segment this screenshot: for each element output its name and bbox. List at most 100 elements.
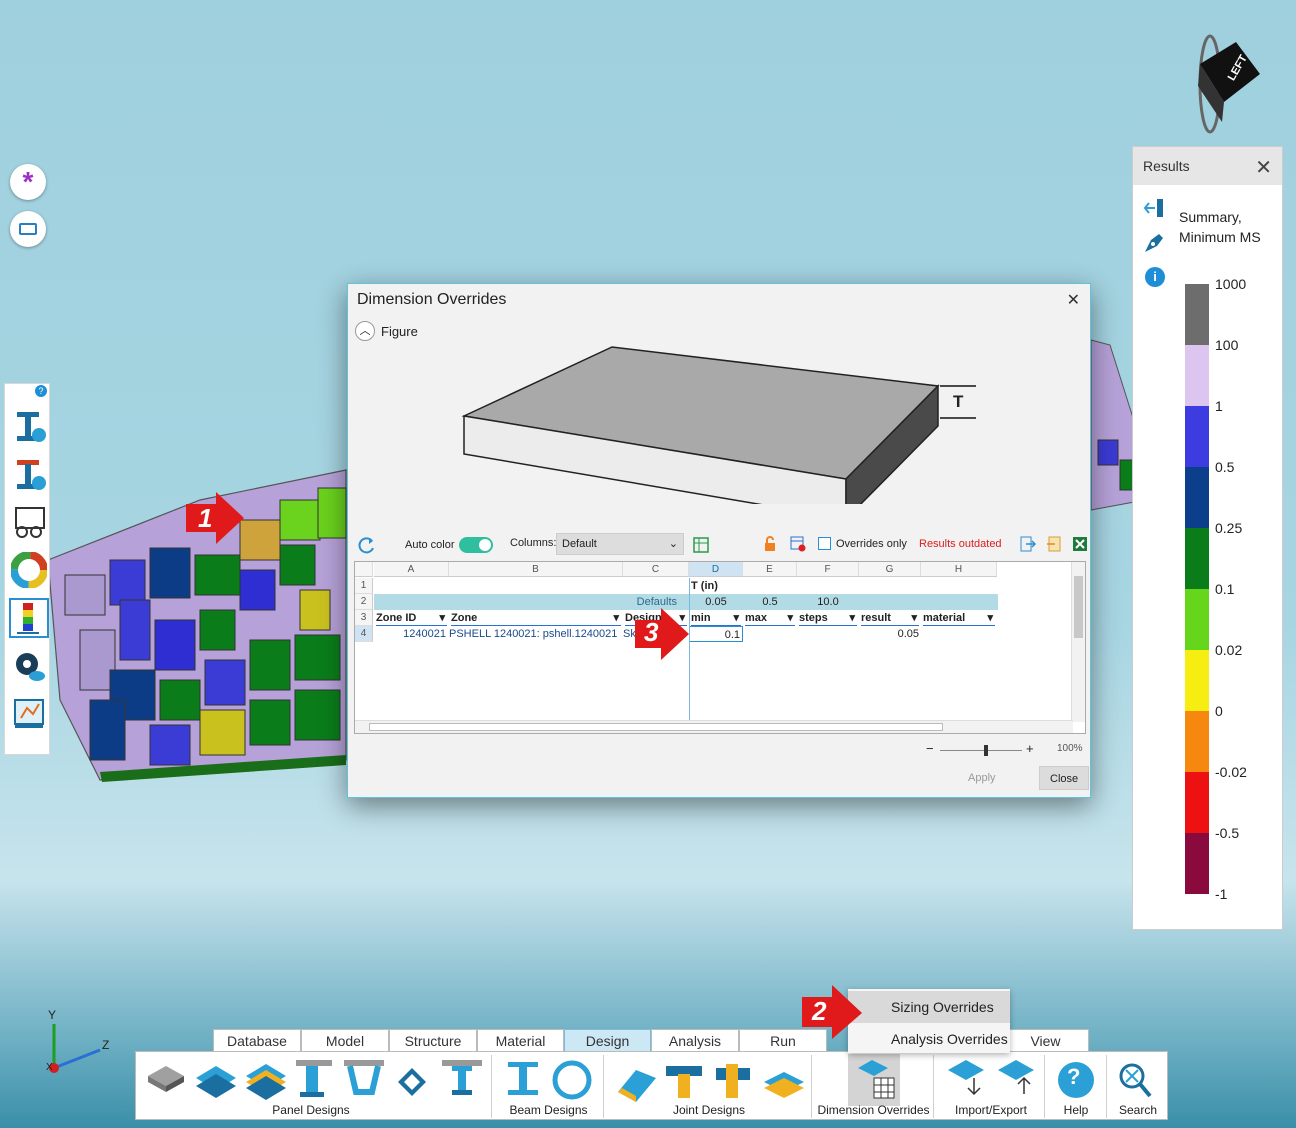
column-chooser-icon[interactable] <box>693 537 709 556</box>
close-button[interactable]: Close <box>1039 766 1090 790</box>
ribbon-tab-material[interactable]: Material <box>477 1029 564 1051</box>
sandwich-panel-icon <box>246 1064 286 1100</box>
cell-zone-id[interactable]: 1240021 <box>374 626 446 642</box>
legend-swatch <box>1185 467 1209 528</box>
callout-3-label: 3 <box>644 617 659 647</box>
column-letter[interactable]: E <box>743 562 797 577</box>
dialog-close-icon[interactable]: ✕ <box>1067 290 1080 310</box>
column-header-label: material <box>923 612 966 624</box>
column-letter[interactable]: H <box>921 562 997 577</box>
lock-icon[interactable] <box>762 536 778 555</box>
group-beam-designs[interactable]: Beam Designs <box>506 1103 591 1117</box>
beam-check-tool[interactable] <box>9 454 49 494</box>
apply-button[interactable]: Apply <box>958 766 1006 790</box>
asterisk-icon: * <box>22 166 34 197</box>
pen-icon[interactable] <box>1141 230 1167 259</box>
i-beam-icon <box>508 1062 538 1095</box>
excel-icon[interactable] <box>1072 536 1088 555</box>
auto-color-toggle[interactable] <box>459 537 493 553</box>
ribbon-tab-model[interactable]: Model <box>301 1029 389 1051</box>
group-joint-designs[interactable]: Joint Designs <box>664 1103 754 1117</box>
cell-zone[interactable]: PSHELL 1240021: pshell.1240021 <box>449 626 621 642</box>
results-panel: Results ✕ i Summary, Minimum MS 1000 100 1… <box>1132 146 1283 930</box>
filter-dropdown-icon[interactable]: ▾ <box>733 610 739 625</box>
clear-table-icon[interactable] <box>790 536 806 555</box>
ribbon-tab-database[interactable]: Database <box>213 1029 301 1051</box>
menu-item-sizing-overrides[interactable]: Sizing Overrides <box>848 991 1010 1023</box>
info-icon[interactable]: i <box>1145 267 1165 287</box>
ribbon-tab-design[interactable]: Design <box>564 1029 651 1051</box>
group-import-export[interactable]: Import/Export <box>946 1103 1036 1117</box>
column-letter[interactable]: F <box>797 562 859 577</box>
column-letter[interactable]: G <box>859 562 921 577</box>
import-icon[interactable] <box>1046 536 1062 555</box>
report-tool[interactable] <box>9 694 49 734</box>
row-number[interactable]: 1 <box>355 578 373 594</box>
column-letter[interactable]: C <box>623 562 689 577</box>
column-header-label: max <box>745 612 768 624</box>
column-header[interactable]: result ▾ <box>861 610 919 626</box>
dialog-title: Dimension Overrides <box>357 291 507 308</box>
column-header[interactable]: material ▾ <box>923 610 995 626</box>
column-header[interactable]: steps ▾ <box>799 610 857 626</box>
filter-dropdown-icon[interactable]: ▾ <box>911 610 917 625</box>
legend-swatch <box>1185 772 1209 833</box>
horizontal-scrollbar[interactable] <box>355 720 1073 733</box>
ribbon-tab-structure[interactable]: Structure <box>389 1029 477 1051</box>
vertical-scrollbar[interactable] <box>1071 562 1085 722</box>
column-letter[interactable]: B <box>449 562 623 577</box>
default-value[interactable]: 0.05 <box>689 594 743 610</box>
color-wheel-tool[interactable] <box>9 550 49 590</box>
frame-button[interactable] <box>10 211 46 247</box>
filter-dropdown-icon[interactable]: ▾ <box>787 610 793 625</box>
column-header-label: Zone <box>451 612 478 624</box>
callout-1-label: 1 <box>198 503 213 533</box>
glasses-tool[interactable] <box>9 502 49 542</box>
filter-dropdown-icon[interactable]: ▾ <box>987 610 993 625</box>
legend-tool[interactable] <box>9 598 49 638</box>
help-icon[interactable]: ? <box>35 385 47 397</box>
filter-dropdown-icon[interactable]: ▾ <box>613 610 619 625</box>
column-header[interactable]: min ▾ <box>691 610 741 626</box>
beam-play-tool[interactable] <box>9 406 49 446</box>
menu-item-analysis-overrides[interactable]: Analysis Overrides <box>848 1023 1010 1055</box>
refresh-icon[interactable] <box>358 536 376 557</box>
column-header[interactable]: Zone ▾ <box>451 610 621 626</box>
filter-dropdown-icon[interactable]: ▾ <box>439 610 445 625</box>
settings-tool[interactable] <box>9 646 49 686</box>
group-dimension-overrides[interactable]: Dimension Overrides <box>816 1103 931 1117</box>
row-number[interactable]: 4 <box>355 626 373 642</box>
cell-result[interactable]: 0.05 <box>859 626 919 642</box>
figure-collapse-button[interactable]: ︿ <box>355 321 375 341</box>
columns-select[interactable]: Default ⌄ <box>556 533 684 555</box>
default-value[interactable]: 0.5 <box>743 594 797 610</box>
group-search[interactable]: Search <box>1111 1103 1165 1117</box>
close-icon[interactable]: ✕ <box>1255 155 1272 180</box>
filter-dropdown-icon[interactable]: ▾ <box>849 610 855 625</box>
axis-triad: Y Z X <box>40 1008 120 1080</box>
column-header[interactable]: Zone ID ▾ <box>376 610 447 626</box>
column-letter[interactable]: A <box>374 562 449 577</box>
overrides-grid[interactable]: ABCDEFGH 1234 T (in) Defaults 0.05 0.5 10.… <box>354 561 1086 734</box>
auto-color-label: Auto color <box>405 539 455 551</box>
ribbon-tab-view[interactable]: View <box>1002 1029 1089 1051</box>
default-value[interactable]: 10.0 <box>797 594 859 610</box>
rectangle-icon <box>19 223 37 235</box>
results-outdated-status: Results outdated <box>919 538 1002 550</box>
row-number[interactable]: 3 <box>355 610 373 626</box>
legend-swatch <box>1185 345 1209 406</box>
column-header[interactable]: max ▾ <box>745 610 795 626</box>
grid-toolbar: Auto color Columns: Default ⌄ Overrides … <box>352 530 1088 560</box>
ribbon-tab-analysis[interactable]: Analysis <box>651 1029 739 1051</box>
collapse-arrow-icon[interactable] <box>1143 197 1165 222</box>
group-panel-designs[interactable]: Panel Designs <box>266 1103 356 1117</box>
row-number[interactable]: 2 <box>355 594 373 610</box>
view-cube[interactable]: LEFT <box>1188 24 1264 134</box>
asterisk-button[interactable]: * <box>10 164 46 200</box>
overrides-only-checkbox[interactable] <box>818 537 831 550</box>
group-help[interactable]: Help <box>1051 1103 1101 1117</box>
zoom-slider[interactable]: − + <box>926 741 1036 757</box>
export-icon[interactable] <box>1020 536 1037 555</box>
column-letter[interactable]: D <box>689 562 743 577</box>
cell-min-selected[interactable]: 0.1 <box>689 626 743 642</box>
